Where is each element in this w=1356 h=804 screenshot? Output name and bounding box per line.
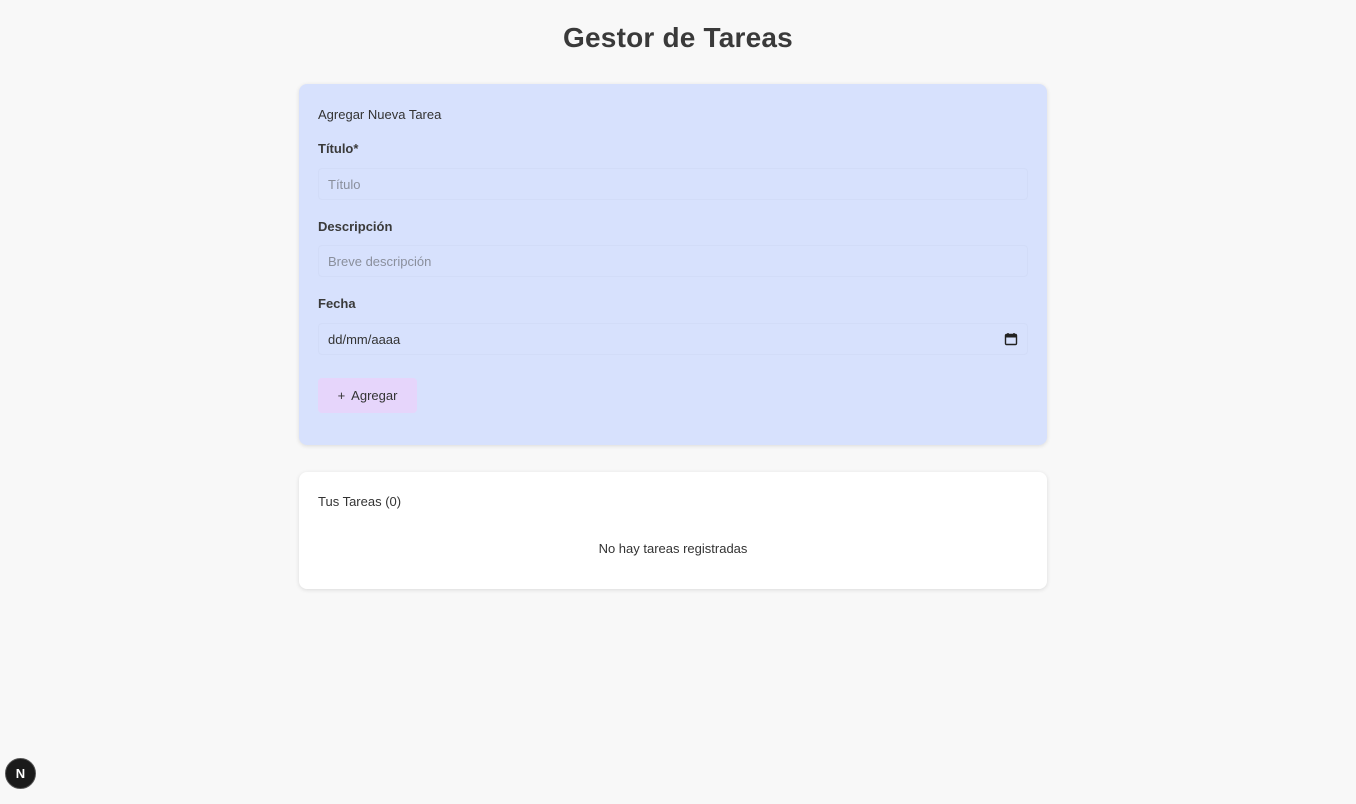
page-title: Gestor de Tareas [563,22,793,53]
plus-icon: + [337,388,346,403]
task-list-card: Tus Tareas (0) No hay tareas registradas [299,472,1047,589]
n-logo-icon: N [15,766,26,781]
title-input[interactable] [318,168,1028,200]
empty-state-message: No hay tareas registradas [598,541,748,556]
dev-tools-badge[interactable]: N [5,758,36,789]
title-label: Título* [318,141,359,156]
description-label: Descripción [318,219,393,234]
add-button-label: Agregar [351,388,398,403]
date-placeholder: dd/mm/aaaa [328,331,401,347]
calendar-icon[interactable] [1004,332,1018,346]
add-task-button[interactable]: + Agregar [318,378,417,413]
date-label: Fecha [318,296,356,311]
task-list-heading: Tus Tareas (0) [318,494,402,509]
date-input[interactable]: dd/mm/aaaa [318,323,1028,355]
add-task-form: Agregar Nueva Tarea Título* Descripción … [299,84,1047,445]
description-input[interactable] [318,245,1028,277]
form-heading: Agregar Nueva Tarea [318,107,442,122]
